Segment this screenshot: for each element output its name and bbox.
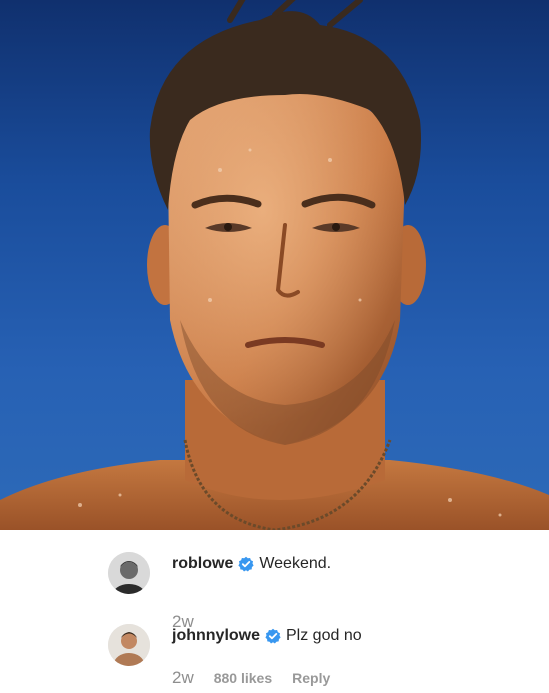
avatar[interactable] bbox=[108, 552, 150, 594]
verified-badge-icon bbox=[265, 628, 281, 644]
reply-button[interactable]: Reply bbox=[292, 670, 330, 686]
avatar-image bbox=[108, 552, 150, 594]
post-photo-illustration bbox=[0, 0, 549, 530]
avatar-image bbox=[108, 624, 150, 666]
comment-username[interactable]: johnnylowe bbox=[172, 626, 260, 646]
comment-line: roblowe Weekend. bbox=[172, 554, 331, 574]
post-photo[interactable] bbox=[0, 0, 549, 530]
comment-line: johnnylowe Plz god no bbox=[172, 626, 362, 646]
avatar[interactable] bbox=[108, 624, 150, 666]
comment-time[interactable]: 2w bbox=[172, 668, 194, 688]
comment-item: johnnylowe Plz god no 2w 880 likes Reply bbox=[0, 620, 549, 690]
comments-section: roblowe Weekend. 2w johnnylowe Plz god n… bbox=[0, 530, 549, 693]
comment-text: Weekend. bbox=[259, 555, 332, 572]
comment-text: Plz god no bbox=[286, 627, 362, 644]
comment-item: roblowe Weekend. 2w bbox=[0, 548, 549, 631]
verified-badge-icon bbox=[238, 556, 254, 572]
comment-likes[interactable]: 880 likes bbox=[214, 670, 272, 686]
comment-username[interactable]: roblowe bbox=[172, 554, 233, 574]
comment-meta: 2w 880 likes Reply bbox=[172, 668, 330, 688]
